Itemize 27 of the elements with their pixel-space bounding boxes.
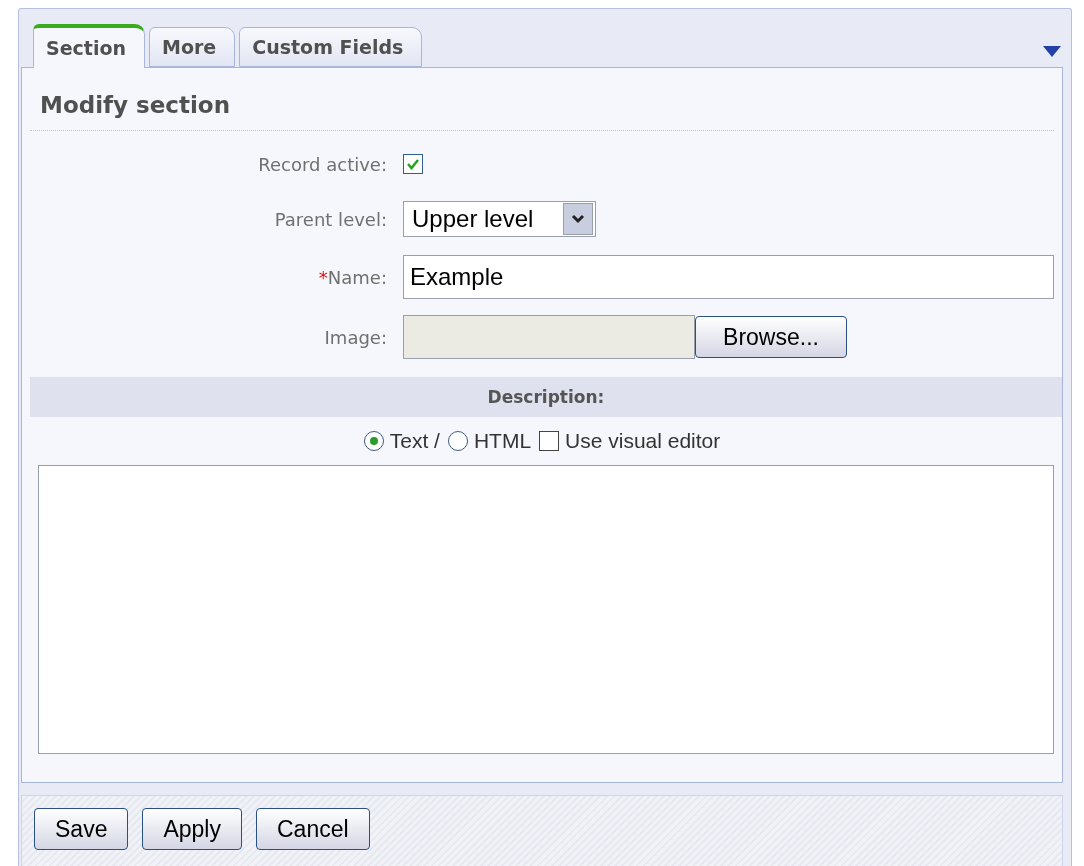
file-path-field[interactable] xyxy=(403,315,695,359)
tab[interactable]: Custom Fields xyxy=(239,27,423,67)
browse-button[interactable]: Browse... xyxy=(695,316,847,358)
check-icon xyxy=(406,158,420,170)
caret-icon[interactable] xyxy=(1043,45,1061,57)
chevron-down-icon xyxy=(571,214,585,224)
description-header: Description: xyxy=(30,377,1062,417)
dropdown[interactable]: Upper level xyxy=(403,201,596,237)
tab[interactable]: More xyxy=(149,27,236,67)
action-button[interactable]: Apply xyxy=(142,808,242,850)
required-mark: * xyxy=(318,266,328,288)
radio-button[interactable] xyxy=(447,431,468,451)
radio-option[interactable]: HTML xyxy=(447,429,532,453)
tab[interactable]: Section xyxy=(33,24,145,68)
field-label: Image: xyxy=(324,326,387,348)
section-heading: Modify section xyxy=(30,68,1054,131)
action-button[interactable]: Cancel xyxy=(256,808,370,850)
action-button[interactable]: Save xyxy=(34,808,129,850)
field-label: Name: xyxy=(327,266,387,288)
checkbox[interactable] xyxy=(539,431,560,451)
input-field[interactable]: Example xyxy=(403,255,1054,299)
radio-button[interactable] xyxy=(363,431,384,451)
checkbox[interactable] xyxy=(403,154,423,174)
checkbox-option[interactable]: Use visual editor xyxy=(539,429,721,453)
field-label: Record active: xyxy=(258,153,387,175)
field-label: Parent level: xyxy=(274,208,387,230)
radio-option[interactable]: Text / xyxy=(363,429,440,453)
